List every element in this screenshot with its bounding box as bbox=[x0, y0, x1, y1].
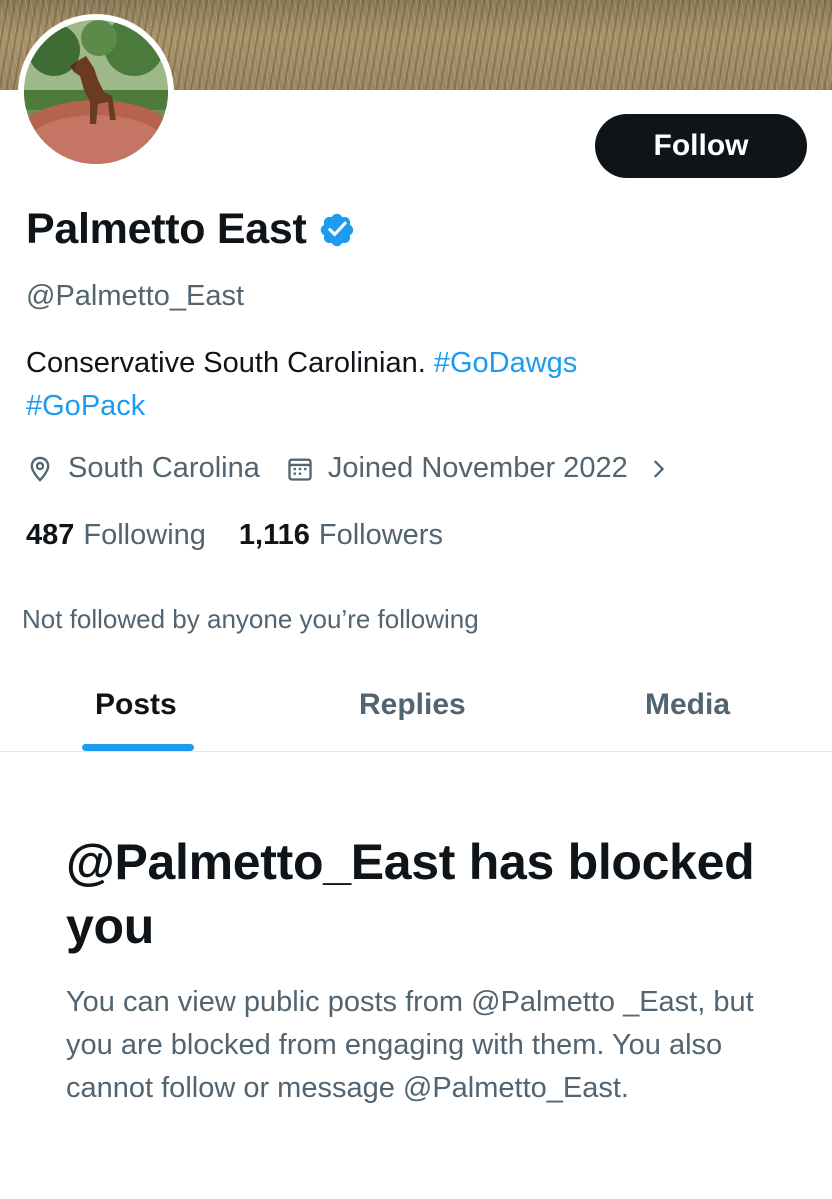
followers-count: 1,116 bbox=[238, 519, 310, 551]
tab-posts[interactable]: Posts bbox=[95, 688, 177, 722]
blocked-title: @Palmetto_East has blocked you bbox=[66, 834, 755, 954]
following-count: 487 bbox=[26, 519, 75, 551]
avatar[interactable] bbox=[18, 14, 174, 170]
followers-label: Followers bbox=[318, 519, 443, 551]
avatar-image bbox=[24, 20, 168, 164]
location-text: South Carolina bbox=[68, 452, 260, 484]
hashtag-link[interactable]: #GoPack bbox=[26, 390, 145, 422]
verified-badge-icon[interactable] bbox=[318, 211, 356, 249]
display-name: Palmetto East bbox=[26, 205, 307, 253]
following-link[interactable]: 487 Following bbox=[26, 519, 206, 552]
blocked-message: You can view public posts from @Palmetto… bbox=[66, 986, 754, 1104]
location: South Carolina bbox=[26, 452, 260, 485]
active-tab-indicator bbox=[82, 744, 194, 751]
not-followed-note: Not followed by anyone you’re following bbox=[22, 604, 479, 634]
calendar-icon bbox=[288, 458, 312, 481]
follow-button[interactable]: Follow bbox=[595, 114, 807, 178]
bio-text: Conservative South Carolinian. bbox=[26, 347, 434, 379]
profile-meta: South Carolina Joined November 2022 bbox=[26, 452, 670, 485]
location-pin-icon bbox=[30, 456, 50, 482]
followers-link[interactable]: 1,116 Followers bbox=[239, 519, 443, 552]
profile-bio: Conservative South Carolinian. #GoDawgs … bbox=[26, 342, 726, 428]
tab-media[interactable]: Media bbox=[645, 688, 730, 722]
name-row: Palmetto East bbox=[26, 205, 356, 254]
chevron-right-icon[interactable] bbox=[648, 458, 670, 480]
follow-counts: 487 Following 1,116 Followers bbox=[26, 519, 443, 552]
tab-replies[interactable]: Replies bbox=[359, 688, 466, 722]
following-label: Following bbox=[83, 519, 206, 551]
hashtag-link[interactable]: #GoDawgs bbox=[434, 347, 577, 379]
profile-handle: @Palmetto_East bbox=[26, 280, 245, 312]
join-date[interactable]: Joined November 2022 bbox=[286, 452, 670, 485]
profile-tabs: Posts Replies Media bbox=[0, 662, 832, 752]
joined-text: Joined November 2022 bbox=[327, 452, 628, 484]
